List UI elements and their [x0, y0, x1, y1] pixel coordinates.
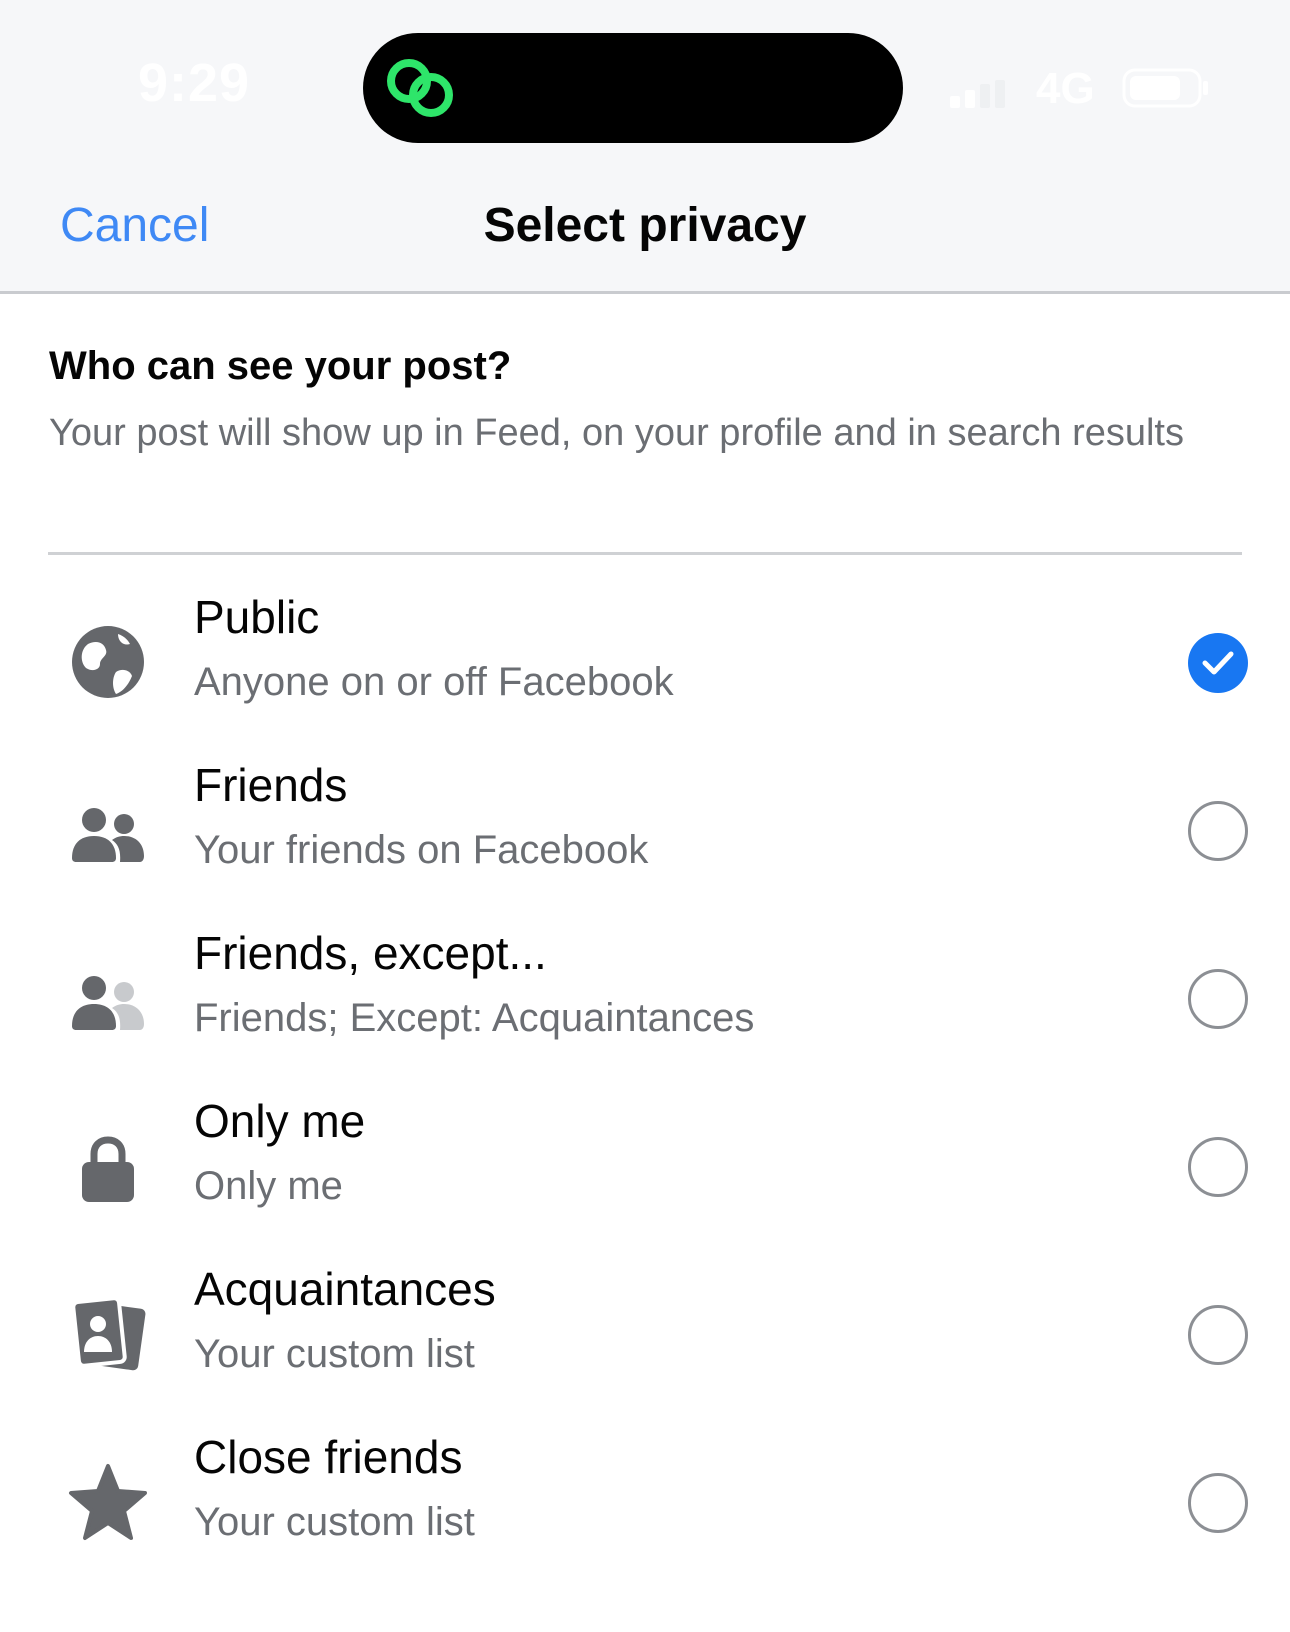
- radio-unselected[interactable]: [1188, 1305, 1248, 1365]
- link-icon: [387, 59, 453, 117]
- contact-cards-icon: [66, 1292, 150, 1376]
- option-sublabel: Only me: [194, 1164, 343, 1208]
- network-type: 4G: [1036, 64, 1095, 113]
- signal-icon: [950, 80, 1005, 108]
- globe-icon: [66, 620, 150, 704]
- status-time: 9:29: [138, 53, 251, 113]
- star-icon: [66, 1460, 150, 1544]
- privacy-question: Who can see your post?: [49, 344, 512, 388]
- option-only-me[interactable]: Only me Only me: [0, 1084, 1290, 1252]
- friends-except-icon: [66, 956, 150, 1040]
- option-label: Only me: [194, 1095, 366, 1147]
- section-divider: [48, 552, 1242, 555]
- option-sublabel: Friends; Except: Acquaintances: [194, 996, 755, 1040]
- radio-unselected[interactable]: [1188, 969, 1248, 1029]
- option-public[interactable]: Public Anyone on or off Facebook: [0, 580, 1290, 748]
- option-friends[interactable]: Friends Your friends on Facebook: [0, 748, 1290, 916]
- option-label: Public: [194, 591, 320, 643]
- option-sublabel: Anyone on or off Facebook: [194, 660, 674, 704]
- option-label: Friends: [194, 759, 348, 811]
- option-close-friends[interactable]: Close friends Your custom list: [0, 1420, 1290, 1588]
- option-friends-except[interactable]: Friends, except... Friends; Except: Acqu…: [0, 916, 1290, 1084]
- radio-selected[interactable]: [1188, 633, 1248, 693]
- option-sublabel: Your custom list: [194, 1332, 475, 1376]
- friends-icon: [66, 788, 150, 872]
- option-sublabel: Your friends on Facebook: [194, 828, 649, 872]
- lock-icon: [66, 1124, 150, 1208]
- radio-unselected[interactable]: [1188, 1137, 1248, 1197]
- option-acquaintances[interactable]: Acquaintances Your custom list: [0, 1252, 1290, 1420]
- checkmark-icon: [1202, 651, 1234, 675]
- page-title: Select privacy: [483, 199, 807, 252]
- battery-icon: [1122, 68, 1208, 108]
- option-label: Acquaintances: [194, 1263, 496, 1315]
- privacy-description: Your post will show up in Feed, on your …: [49, 412, 1184, 454]
- option-label: Friends, except...: [194, 927, 547, 979]
- radio-unselected[interactable]: [1188, 801, 1248, 861]
- dynamic-island: [363, 33, 903, 143]
- radio-unselected[interactable]: [1188, 1473, 1248, 1533]
- top-bar: 9:29 4G Cancel Select privacy: [0, 0, 1290, 294]
- option-sublabel: Your custom list: [194, 1500, 475, 1544]
- option-label: Close friends: [194, 1431, 463, 1483]
